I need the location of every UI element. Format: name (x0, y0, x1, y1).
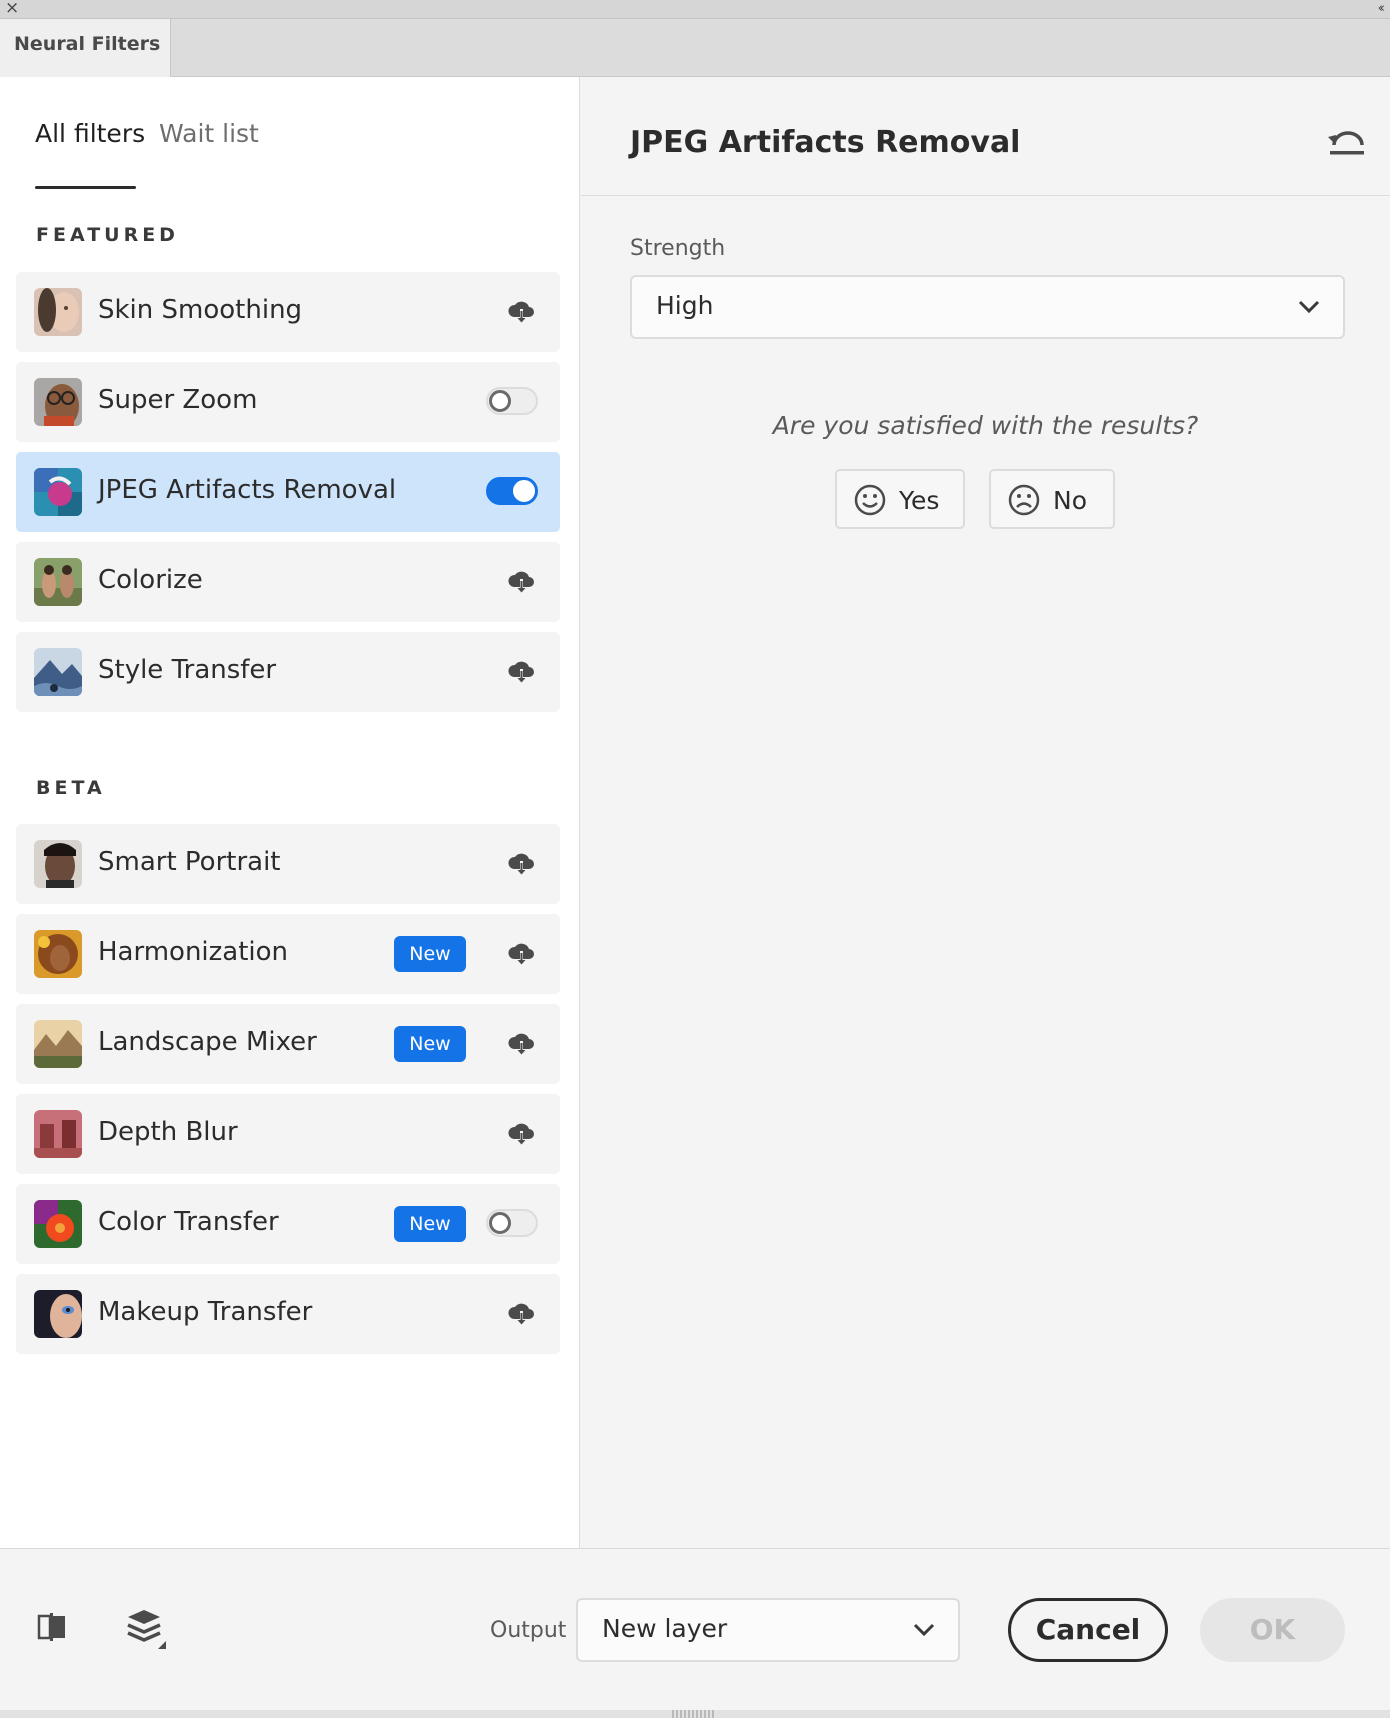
ok-button[interactable]: OK (1200, 1598, 1345, 1662)
landscape-mixer-thumbnail (34, 1020, 82, 1068)
cancel-button[interactable]: Cancel (1008, 1598, 1168, 1662)
feedback-yes-button[interactable]: Yes (835, 469, 965, 529)
new-badge: New (394, 1206, 466, 1242)
filter-item-colorize[interactable]: Colorize (16, 542, 560, 622)
cloud-download-icon[interactable] (506, 1299, 536, 1329)
new-badge: New (394, 1026, 466, 1062)
colorize-thumbnail (34, 558, 82, 606)
filter-label: Harmonization (98, 937, 289, 967)
panel-tab-neural-filters[interactable]: Neural Filters (0, 19, 171, 77)
new-badge: New (394, 936, 466, 972)
filter-label: Skin Smoothing (98, 295, 303, 325)
feedback-no-button[interactable]: No (989, 469, 1115, 529)
filter-toggle[interactable] (486, 477, 538, 505)
filter-label: JPEG Artifacts Removal (98, 475, 397, 505)
layers-icon[interactable] (124, 1607, 168, 1651)
collapse-panel-icon[interactable]: ‹‹ (1378, 0, 1386, 19)
filter-item-super-zoom[interactable]: Super Zoom (16, 362, 560, 442)
strength-value: High (656, 291, 714, 320)
toggle-knob (489, 1212, 511, 1234)
cloud-download-icon[interactable] (506, 1119, 536, 1149)
chevron-down-icon (1298, 300, 1320, 314)
strength-dropdown[interactable]: High (630, 275, 1345, 339)
filter-label: Color Transfer (98, 1207, 279, 1237)
footer-bar: Output New layer Cancel OK (0, 1548, 1390, 1710)
detail-title: JPEG Artifacts Removal (630, 125, 1021, 160)
filter-item-smart-portrait[interactable]: Smart Portrait (16, 824, 560, 904)
cloud-download-icon[interactable] (506, 657, 536, 687)
section-heading-beta: BETA (36, 777, 106, 799)
filter-label: Depth Blur (98, 1117, 238, 1147)
smile-icon (854, 484, 886, 516)
tab-wait-list[interactable]: Wait list (159, 119, 259, 148)
skin-smoothing-thumbnail (34, 288, 82, 336)
frown-icon (1008, 484, 1040, 516)
cloud-download-icon[interactable] (506, 1029, 536, 1059)
toggle-knob (489, 390, 511, 412)
color-transfer-thumbnail (34, 1200, 82, 1248)
cloud-download-icon[interactable] (506, 849, 536, 879)
strength-label: Strength (630, 236, 726, 261)
filter-toggle[interactable] (486, 1209, 538, 1237)
filter-item-harmonization[interactable]: Harmonization New (16, 914, 560, 994)
style-transfer-thumbnail (34, 648, 82, 696)
title-bar: × ‹‹ (0, 0, 1390, 19)
filter-label: Style Transfer (98, 655, 277, 685)
toggle-knob (513, 480, 535, 502)
close-icon[interactable]: × (5, 0, 19, 18)
output-dropdown[interactable]: New layer (576, 1598, 960, 1662)
filter-label: Makeup Transfer (98, 1297, 313, 1327)
makeup-transfer-thumbnail (34, 1290, 82, 1338)
active-tab-indicator (35, 186, 136, 189)
filter-item-jpeg-artifacts-removal[interactable]: JPEG Artifacts Removal (16, 452, 560, 532)
reset-icon[interactable] (1326, 125, 1368, 157)
compare-icon[interactable] (36, 1611, 68, 1643)
feedback-no-label: No (1053, 486, 1087, 515)
resize-grip[interactable] (672, 1710, 716, 1718)
output-label: Output (490, 1618, 567, 1643)
filter-detail-panel: JPEG Artifacts Removal Strength High Are… (581, 77, 1390, 1548)
section-heading-featured: FEATURED (36, 224, 179, 246)
chevron-down-icon (913, 1623, 935, 1637)
feedback-yes-label: Yes (899, 486, 940, 515)
cloud-download-icon[interactable] (506, 297, 536, 327)
super-zoom-thumbnail (34, 378, 82, 426)
filter-item-skin-smoothing[interactable]: Skin Smoothing (16, 272, 560, 352)
feedback-question: Are you satisfied with the results? (772, 411, 1199, 440)
tab-all-filters[interactable]: All filters (35, 119, 145, 148)
filter-item-style-transfer[interactable]: Style Transfer (16, 632, 560, 712)
jpeg-artifacts-thumbnail (34, 468, 82, 516)
cloud-download-icon[interactable] (506, 567, 536, 597)
filter-toggle[interactable] (486, 387, 538, 415)
filter-label: Colorize (98, 565, 203, 595)
output-value: New layer (602, 1614, 728, 1643)
filter-item-color-transfer[interactable]: Color Transfer New (16, 1184, 560, 1264)
filter-label: Landscape Mixer (98, 1027, 317, 1057)
filter-list-panel: All filters Wait list FEATURED Skin Smoo… (0, 77, 580, 1548)
filter-label: Smart Portrait (98, 847, 281, 877)
filter-item-landscape-mixer[interactable]: Landscape Mixer New (16, 1004, 560, 1084)
filter-label: Super Zoom (98, 385, 258, 415)
panel-tab-bar: Neural Filters (0, 19, 1390, 77)
depth-blur-thumbnail (34, 1110, 82, 1158)
smart-portrait-thumbnail (34, 840, 82, 888)
detail-header: JPEG Artifacts Removal (581, 77, 1390, 196)
filter-item-depth-blur[interactable]: Depth Blur (16, 1094, 560, 1174)
harmonization-thumbnail (34, 930, 82, 978)
cloud-download-icon[interactable] (506, 939, 536, 969)
filter-item-makeup-transfer[interactable]: Makeup Transfer (16, 1274, 560, 1354)
